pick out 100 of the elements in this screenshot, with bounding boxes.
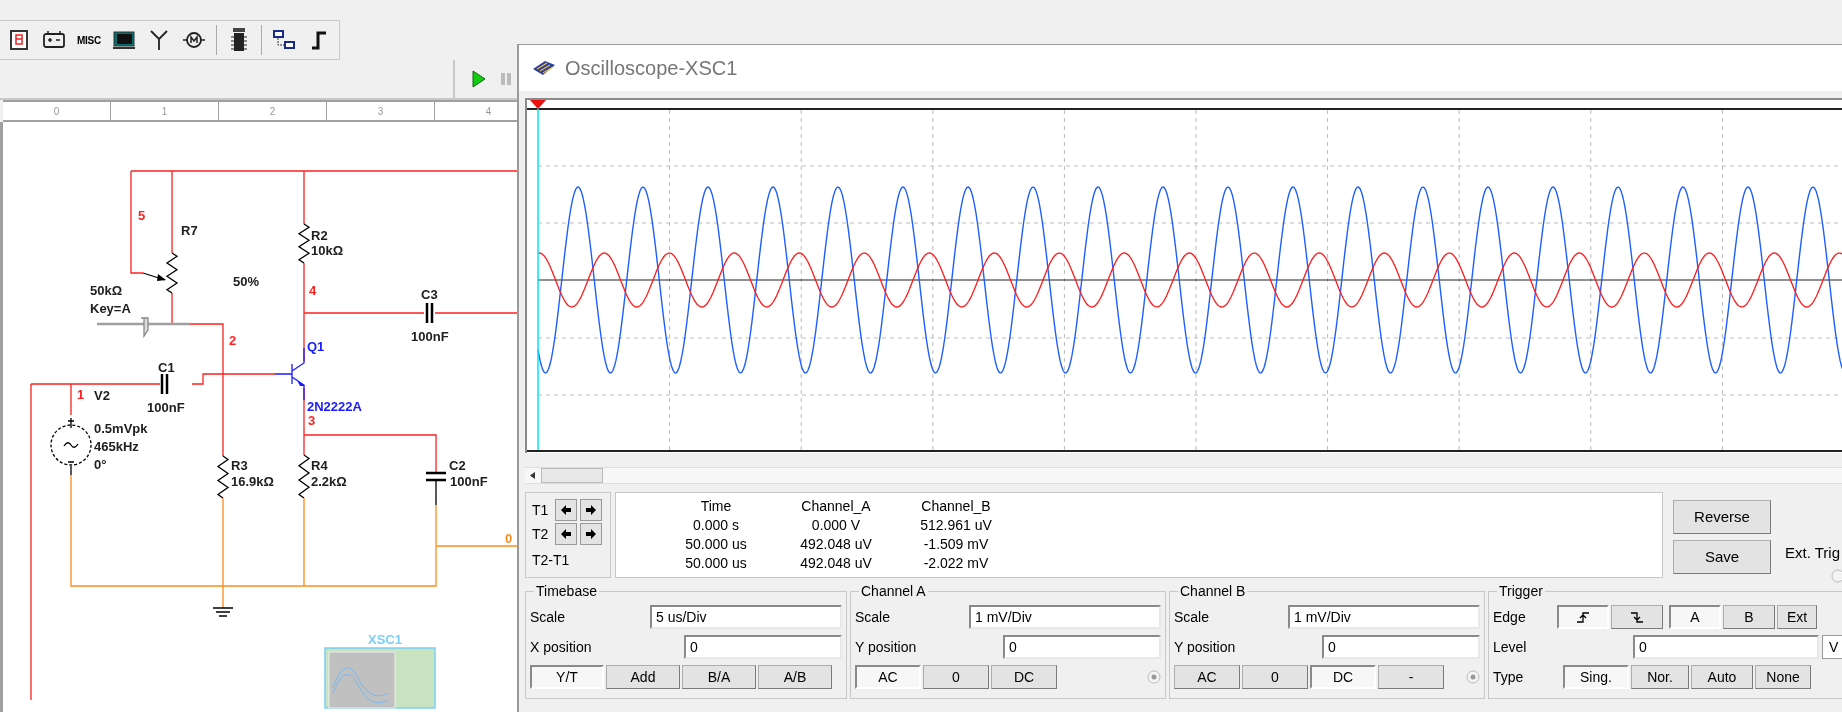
toggle-button[interactable]: DC — [991, 665, 1057, 689]
ruler-label: 0 — [53, 104, 60, 119]
instrument-label: XSC1 — [368, 632, 402, 647]
oscilloscope-app-icon — [531, 59, 557, 77]
table-cell-text: 0.000 s — [692, 516, 740, 535]
toggle-button[interactable]: DC — [1310, 665, 1376, 689]
input-field[interactable]: 0 — [1322, 635, 1480, 659]
net-label: 1 — [77, 387, 85, 402]
toggle-button[interactable]: Auto — [1691, 665, 1753, 689]
chip-icon — [231, 28, 247, 52]
part-label: 2.2kΩ — [311, 474, 347, 489]
field-label: Scale — [855, 607, 891, 627]
scrollbar-thumb[interactable] — [541, 468, 603, 483]
net-label: 3 — [308, 413, 316, 428]
cursor-button[interactable] — [580, 523, 602, 545]
field-label: Edge — [1493, 607, 1527, 627]
toggle-button[interactable]: Add — [606, 665, 680, 689]
toggle-button[interactable]: 0 — [1242, 665, 1308, 689]
field-label: X position — [530, 637, 592, 657]
column-header: Channel_A — [800, 497, 872, 516]
part-label: C2 — [449, 458, 466, 473]
field-label: Scale — [530, 607, 566, 627]
part-label: C3 — [421, 287, 438, 302]
ruler-label: 2 — [269, 104, 276, 119]
field-label: Y position — [1174, 637, 1236, 657]
toggle-button[interactable]: Nor. — [1631, 665, 1689, 689]
scrollbar[interactable] — [525, 467, 1842, 484]
table-cell-text: 50.000 us — [684, 554, 748, 573]
table-cell-text: -2.022 mV — [922, 554, 990, 573]
field-label: Scale — [1174, 607, 1210, 627]
edge-button[interactable] — [1611, 605, 1663, 629]
part-label: R7 — [181, 223, 198, 238]
part-label: 16.9kΩ — [231, 474, 274, 489]
toggle-button[interactable]: None — [1755, 665, 1811, 689]
part-label: 0.5mVpk — [94, 421, 148, 436]
group-title: Trigger — [1498, 582, 1544, 601]
ruler-label: 3 — [377, 104, 384, 119]
monitor-icon — [112, 29, 136, 51]
table-cell-text: 0.000 V — [810, 516, 862, 535]
table-cell-text: 492.048 uV — [799, 554, 873, 573]
input-field[interactable]: 0 — [684, 635, 842, 659]
toggle-button[interactable]: Ext — [1777, 605, 1817, 629]
cursor-marker-icon[interactable] — [530, 100, 546, 109]
field-label: Y position — [855, 637, 917, 657]
toggle-button[interactable]: A/B — [758, 665, 832, 689]
misc-button[interactable]: MISC — [76, 32, 102, 48]
cursor-label: T1 — [532, 500, 550, 520]
toggle-button[interactable]: - — [1378, 665, 1444, 689]
column-header: Time — [699, 497, 733, 516]
radio-button[interactable] — [1147, 670, 1161, 684]
toggle-button[interactable]: AC — [855, 665, 921, 689]
unit-dropdown[interactable]: V — [1822, 635, 1842, 659]
part-label: 100nF — [411, 329, 449, 344]
toggle-button[interactable]: A — [1669, 605, 1721, 629]
part-label: 2N2222A — [307, 399, 362, 414]
group-title: Channel B — [1179, 582, 1247, 601]
input-field[interactable]: 0 — [1633, 635, 1819, 659]
input-field[interactable]: 1 mV/Div — [969, 605, 1161, 629]
part-label: 50kΩ — [90, 283, 123, 298]
part-label: 100nF — [450, 474, 488, 489]
input-field[interactable]: 0 — [1003, 635, 1161, 659]
input-field[interactable]: 5 us/Div — [650, 605, 842, 629]
ext-trigger-label: Ext. Trig — [1785, 543, 1841, 563]
part-label: 465kHz — [94, 439, 139, 454]
action-button[interactable]: Save — [1673, 540, 1771, 574]
toggle-button[interactable]: B — [1723, 605, 1775, 629]
table-cell-text: -1.509 mV — [922, 535, 990, 554]
field-label: Type — [1493, 667, 1525, 687]
column-header: Channel_B — [920, 497, 992, 516]
ruler-label: 1 — [161, 104, 168, 119]
cursor-button[interactable] — [555, 499, 577, 521]
falling-edge-icon — [1628, 609, 1646, 625]
cursor-label: T2 — [532, 524, 550, 544]
group-title: Timebase — [535, 582, 598, 601]
cursor-button[interactable] — [580, 499, 602, 521]
cursor-button[interactable] — [555, 523, 577, 545]
step-icon — [310, 30, 328, 50]
net-label: 2 — [229, 333, 237, 348]
toggle-button[interactable]: B/A — [682, 665, 756, 689]
toggle-button[interactable]: Sing. — [1563, 665, 1629, 689]
net-label: 5 — [138, 208, 146, 223]
part-label: R2 — [311, 228, 328, 243]
part-label: Q1 — [307, 339, 325, 354]
play-icon — [472, 70, 486, 88]
part-label: Key=A — [90, 301, 131, 316]
radio-button[interactable] — [1831, 568, 1842, 583]
toggle-button[interactable]: AC — [1174, 665, 1240, 689]
hierarchy-icon — [273, 30, 295, 50]
input-field[interactable]: 1 mV/Div — [1288, 605, 1480, 629]
toggle-button[interactable]: 0 — [923, 665, 989, 689]
table-cell-text: 50.000 us — [684, 535, 748, 554]
table-cell-text: 512.961 uV — [919, 516, 993, 535]
ruler-label: 4 — [485, 104, 492, 119]
action-button[interactable]: Reverse — [1673, 500, 1771, 534]
field-label: Level — [1493, 637, 1528, 657]
cursor-label: T2-T1 — [532, 551, 570, 570]
radio-button[interactable] — [1466, 670, 1480, 684]
edge-button[interactable] — [1557, 605, 1609, 629]
toggle-button[interactable]: Y/T — [530, 665, 604, 689]
right-arrow-icon — [583, 527, 599, 541]
